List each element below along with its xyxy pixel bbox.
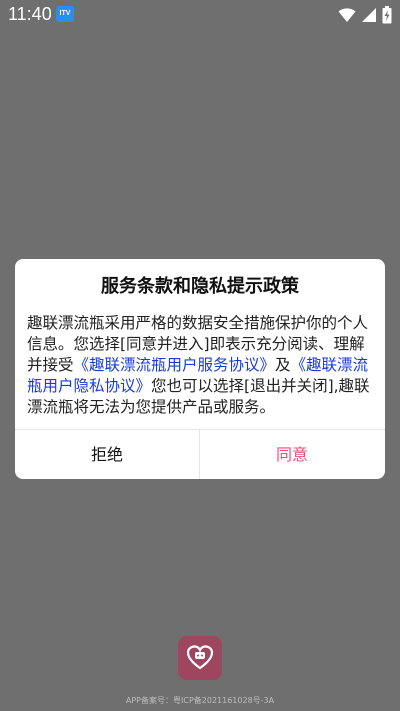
- itv-app-icon: ITV: [56, 6, 74, 22]
- status-icons: [338, 4, 392, 24]
- icp-footer: APP备案号：粤ICP备2021161028号-3A: [125, 696, 275, 705]
- battery-charging-icon: [382, 5, 392, 23]
- body-text-2: 及: [275, 356, 291, 374]
- signal-icon: [361, 7, 376, 22]
- service-agreement-link[interactable]: 《趣联漂流瓶用户服务协议》: [74, 356, 276, 374]
- status-time: 11:40: [8, 4, 52, 24]
- agree-button[interactable]: 同意: [200, 430, 384, 479]
- status-bar: 11:40 ITV: [0, 0, 400, 28]
- app-logo-heart-icon: [186, 645, 214, 670]
- dialog-title: 服务条款和隐私提示政策: [101, 276, 299, 297]
- wifi-icon: [338, 7, 356, 22]
- refuse-button[interactable]: 拒绝: [15, 430, 199, 479]
- screen: 11:40 ITV 服务条款和隐私提示政策 趣联漂流瓶采用严格的数据安全措施保护…: [0, 0, 400, 711]
- app-logo: [178, 636, 222, 680]
- privacy-dialog: 服务条款和隐私提示政策 趣联漂流瓶采用严格的数据安全措施保护你的个人信息。您选择…: [15, 259, 385, 479]
- dialog-body: 趣联漂流瓶采用严格的数据安全措施保护你的个人信息。您选择[同意并进入]即表示充分…: [27, 313, 375, 418]
